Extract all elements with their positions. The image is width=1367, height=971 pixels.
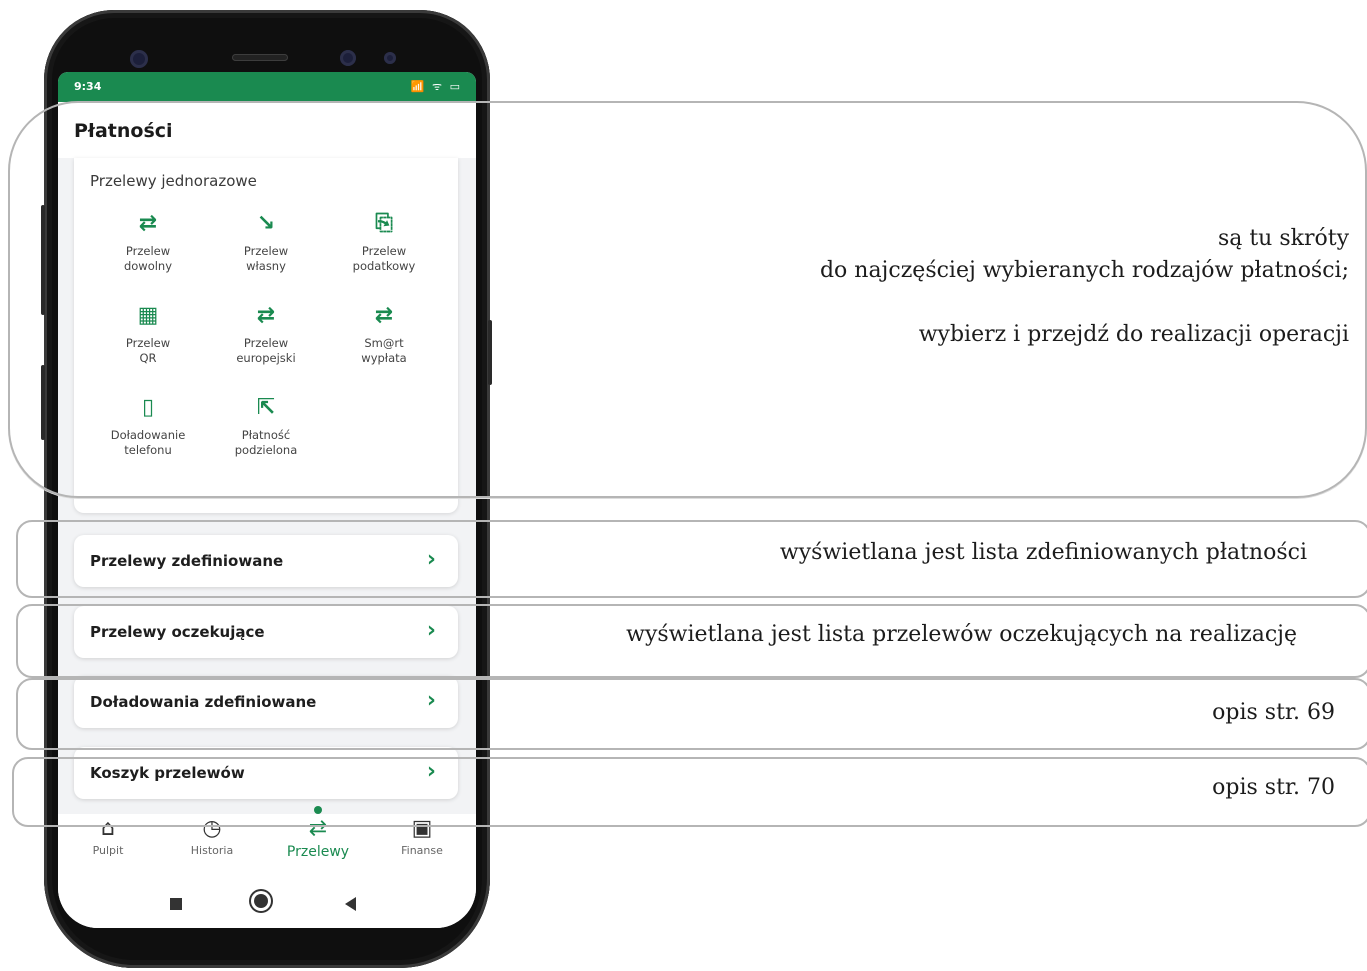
note-topups: opis str. 69 [1212, 700, 1335, 725]
back-triangle-icon[interactable] [345, 897, 356, 911]
home-circle-icon[interactable] [254, 894, 268, 908]
note-shortcuts-3: wybierz i przejdź do realizacji operacji [918, 322, 1349, 347]
note-basket: opis str. 70 [1212, 775, 1335, 800]
tab-label: Pulpit [92, 844, 124, 857]
sensor-icon [340, 50, 356, 66]
system-nav-bar [58, 878, 476, 928]
tab-label: Finanse [401, 844, 443, 857]
sensor-icon [384, 52, 396, 64]
note-defined: wyświetlana jest lista zdefiniowanych pł… [779, 540, 1307, 565]
status-bar: 9:34 📶 ᯤ ▭ [58, 72, 476, 102]
status-time: 9:34 [74, 80, 102, 93]
signal-wifi-battery-icon: 📶 ᯤ ▭ [410, 80, 462, 93]
earpiece-speaker [232, 54, 288, 61]
front-camera-icon [130, 50, 148, 68]
callout-frame-basket [12, 757, 1367, 827]
tab-label: Historia [190, 844, 234, 857]
recent-apps-icon[interactable] [170, 898, 182, 910]
callout-frame-topups [16, 678, 1367, 750]
note-pending: wyświetlana jest lista przelewów oczekuj… [626, 622, 1297, 647]
note-shortcuts-1: są tu skróty [1217, 226, 1349, 251]
callout-frame-shortcuts [8, 101, 1367, 498]
tab-label: Przelewy [286, 844, 350, 860]
note-shortcuts-2: do najczęściej wybieranych rodzajów płat… [819, 258, 1349, 283]
